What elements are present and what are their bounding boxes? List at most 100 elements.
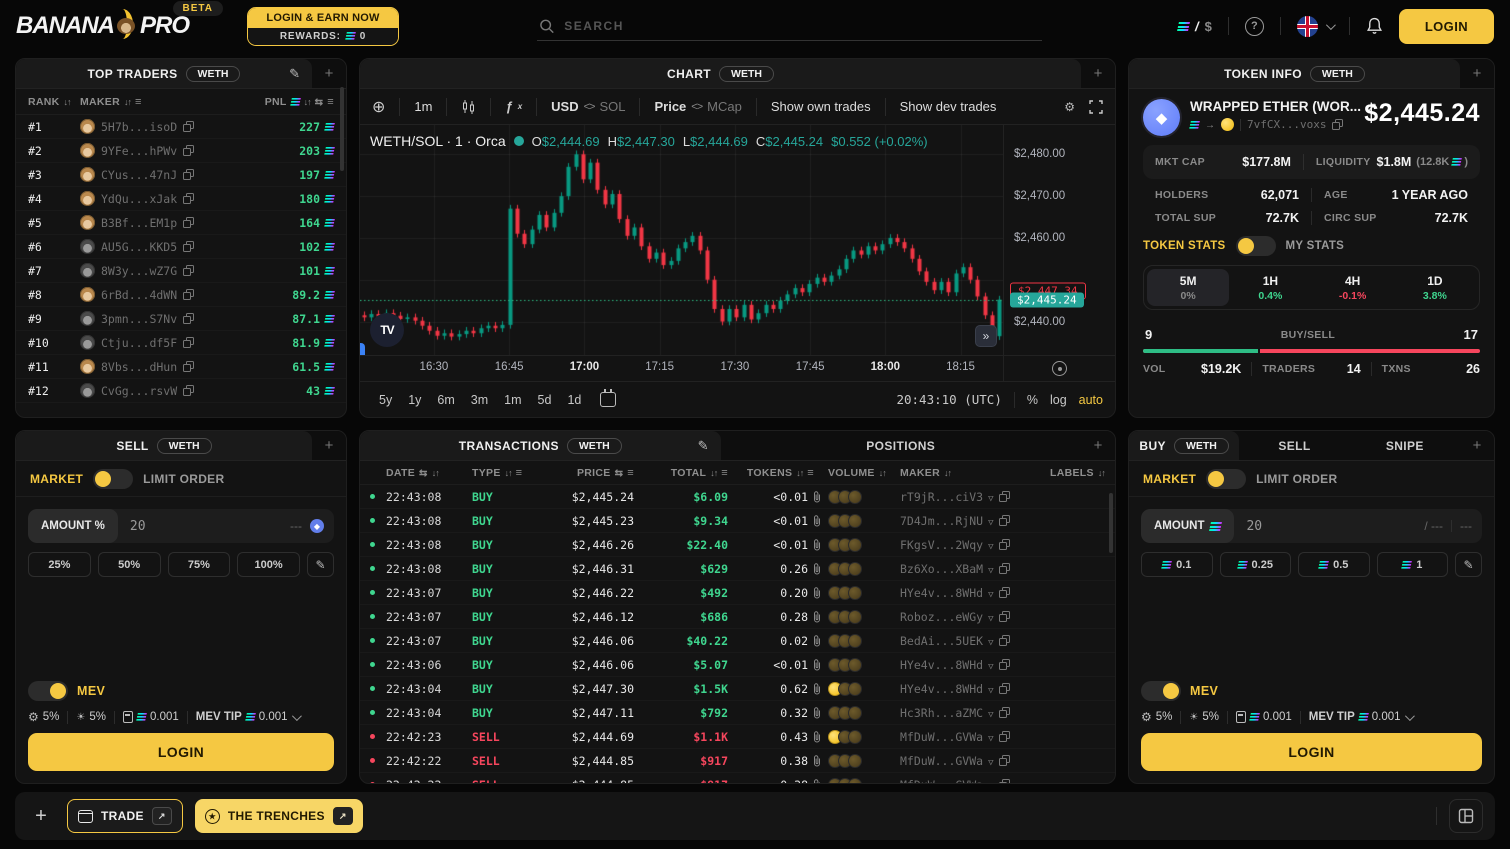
filter-maker-icon[interactable] bbox=[988, 706, 993, 720]
maker-column-header[interactable]: MAKER bbox=[900, 467, 1050, 479]
copy-icon[interactable] bbox=[183, 361, 194, 372]
tx-maker[interactable]: BedAi...5UEK bbox=[900, 634, 1050, 648]
volume-column-header[interactable]: VOLUME bbox=[828, 467, 900, 479]
range-button[interactable]: 5y bbox=[372, 390, 399, 410]
maker-column-header[interactable]: MAKER bbox=[80, 96, 238, 108]
buy-login-button[interactable]: LOGIN bbox=[1141, 733, 1482, 771]
external-link-icon[interactable] bbox=[333, 807, 353, 825]
add-workspace-button[interactable]: + bbox=[27, 805, 55, 828]
labels-column-header[interactable]: LABELS bbox=[1050, 467, 1116, 479]
tx-maker[interactable]: FKgsV...2Wqy bbox=[900, 538, 1050, 552]
trader-maker[interactable]: 3pmn...S7Nv bbox=[80, 311, 238, 326]
search-input[interactable] bbox=[564, 19, 1040, 33]
market-limit-toggle[interactable] bbox=[1206, 469, 1246, 489]
buy-tab[interactable]: BUY WETH bbox=[1129, 431, 1239, 460]
auto-scale-button[interactable]: auto bbox=[1079, 393, 1103, 407]
transaction-row[interactable]: 22:43:04 BUY $2,447.11 $792 0.32 Hc3Rh..… bbox=[360, 701, 1115, 725]
drawer-handle[interactable] bbox=[360, 343, 365, 355]
copy-icon[interactable] bbox=[183, 217, 194, 228]
market-limit-toggle[interactable] bbox=[93, 469, 133, 489]
chart-tab[interactable]: CHART WETH bbox=[360, 59, 1081, 88]
trader-row[interactable]: #9 3pmn...S7Nv 87.1 bbox=[16, 307, 346, 331]
range-button[interactable]: 1d bbox=[560, 390, 588, 410]
currency-toggle[interactable]: / $ bbox=[1178, 19, 1212, 34]
copy-icon[interactable] bbox=[999, 707, 1010, 718]
preset-amount-button[interactable]: 0.1 bbox=[1141, 552, 1213, 577]
copy-icon[interactable] bbox=[999, 731, 1010, 742]
priority-fee-setting[interactable]: 5% bbox=[76, 711, 106, 723]
filter-maker-icon[interactable] bbox=[988, 538, 993, 552]
slippage-setting[interactable]: 5% bbox=[1141, 710, 1172, 724]
percent-scale-button[interactable]: % bbox=[1027, 393, 1038, 407]
transactions-tab[interactable]: TRANSACTIONS WETH ✎ bbox=[360, 431, 721, 460]
timeframe-stat-cell[interactable]: 4H -0.1% bbox=[1312, 269, 1394, 306]
sell-login-button[interactable]: LOGIN bbox=[28, 733, 334, 771]
transaction-row[interactable]: 22:42:22 SELL $2,444.85 $917 0.38 MfDuW.… bbox=[360, 773, 1115, 783]
filter-maker-icon[interactable] bbox=[988, 658, 993, 672]
timeframe-stat-cell[interactable]: 1D 3.8% bbox=[1394, 269, 1476, 306]
preset-percent-button[interactable]: 25% bbox=[28, 552, 91, 577]
copy-icon[interactable] bbox=[999, 491, 1010, 502]
copy-icon[interactable] bbox=[183, 241, 194, 252]
transaction-row[interactable]: 22:43:07 BUY $2,446.12 $686 0.28 Roboz..… bbox=[360, 605, 1115, 629]
interval-button[interactable]: 1m bbox=[414, 99, 432, 114]
trader-maker[interactable]: Ctju...df5F bbox=[80, 335, 238, 350]
slippage-setting[interactable]: 5% bbox=[28, 710, 59, 724]
market-label[interactable]: MARKET bbox=[30, 472, 83, 486]
preset-amount-button[interactable]: 1 bbox=[1377, 552, 1449, 577]
edit-icon[interactable]: ✎ bbox=[289, 66, 300, 82]
login-button[interactable]: LOGIN bbox=[1399, 9, 1494, 44]
positions-tab[interactable]: POSITIONS bbox=[721, 431, 1082, 460]
token-address[interactable]: 7vfCX...voxs bbox=[1247, 118, 1326, 131]
amount-input[interactable] bbox=[1234, 519, 1304, 534]
transaction-row[interactable]: 22:43:08 BUY $2,445.23 $9.34 <0.01 7D4Jm… bbox=[360, 509, 1115, 533]
filter-maker-icon[interactable] bbox=[988, 730, 993, 744]
preset-percent-button[interactable]: 50% bbox=[98, 552, 161, 577]
transaction-row[interactable]: 22:43:08 BUY $2,445.24 $6.09 <0.01 rT9jR… bbox=[360, 485, 1115, 509]
sell-order-tab[interactable]: SELL bbox=[1239, 431, 1349, 460]
edit-icon[interactable]: ✎ bbox=[698, 438, 709, 454]
trader-maker[interactable]: 8Vbs...dHun bbox=[80, 359, 238, 374]
tx-maker[interactable]: MfDuW...GVWa bbox=[900, 730, 1050, 744]
trader-maker[interactable]: AU5G...KKD5 bbox=[80, 239, 238, 254]
amount-field[interactable]: AMOUNT / --- --- bbox=[1141, 509, 1482, 543]
date-column-header[interactable]: DATE bbox=[386, 467, 472, 479]
brand-logo[interactable]: BANANA PRO BETA bbox=[16, 9, 189, 43]
trader-maker[interactable]: CvGg...rsvW bbox=[80, 383, 238, 398]
mev-tip-setting[interactable]: MEV TIP0.001 bbox=[1309, 711, 1412, 723]
layout-grid-button[interactable] bbox=[1449, 799, 1483, 833]
copy-icon[interactable] bbox=[183, 289, 194, 300]
trader-row[interactable]: #5 B3Bf...EM1p 164 bbox=[16, 211, 346, 235]
amount-field[interactable]: AMOUNT % --- bbox=[28, 509, 334, 543]
range-button[interactable]: 3m bbox=[464, 390, 495, 410]
total-column-header[interactable]: TOTAL bbox=[648, 467, 742, 479]
expand-panel-button[interactable] bbox=[975, 325, 997, 347]
tx-maker[interactable]: 7D4Jm...RjNU bbox=[900, 514, 1050, 528]
tx-maker[interactable]: HYe4v...8WHd bbox=[900, 682, 1050, 696]
utc-clock[interactable]: 20:43:10 (UTC) bbox=[896, 392, 1001, 407]
add-panel-button[interactable]: + bbox=[312, 431, 346, 460]
login-earn-widget[interactable]: LOGIN & EARN NOW REWARDS: 0 bbox=[247, 7, 399, 46]
scrollbar[interactable] bbox=[340, 87, 344, 171]
copy-icon[interactable] bbox=[999, 683, 1010, 694]
tx-maker[interactable]: rT9jR...ciV3 bbox=[900, 490, 1050, 504]
filter-maker-icon[interactable] bbox=[988, 514, 993, 528]
trader-maker[interactable]: YdQu...xJak bbox=[80, 191, 238, 206]
timeframe-stat-cell[interactable]: 1H 0.4% bbox=[1229, 269, 1311, 306]
mev-toggle[interactable] bbox=[28, 681, 68, 701]
transaction-row[interactable]: 22:43:08 BUY $2,446.31 $629 0.26 Bz6Xo..… bbox=[360, 557, 1115, 581]
token-pill[interactable]: WETH bbox=[719, 66, 774, 82]
preset-percent-button[interactable]: 100% bbox=[237, 552, 300, 577]
token-info-tab[interactable]: TOKEN INFO WETH bbox=[1129, 59, 1460, 88]
snipe-tab[interactable]: SNIPE bbox=[1350, 431, 1460, 460]
add-panel-button[interactable]: + bbox=[1460, 431, 1494, 460]
trader-row[interactable]: #11 8Vbs...dHun 61.5 bbox=[16, 355, 346, 379]
price-mcap-toggle[interactable]: Price<>MCap bbox=[654, 99, 741, 114]
tx-maker[interactable]: MfDuW...GVWa bbox=[900, 778, 1050, 784]
transaction-row[interactable]: 22:43:06 BUY $2,446.06 $5.07 <0.01 HYe4v… bbox=[360, 653, 1115, 677]
add-indicator-icon[interactable] bbox=[372, 97, 385, 117]
add-panel-button[interactable]: + bbox=[312, 59, 346, 88]
external-link-icon[interactable] bbox=[152, 807, 172, 825]
log-scale-button[interactable]: log bbox=[1050, 393, 1067, 407]
preset-amount-button[interactable]: 0.5 bbox=[1298, 552, 1370, 577]
